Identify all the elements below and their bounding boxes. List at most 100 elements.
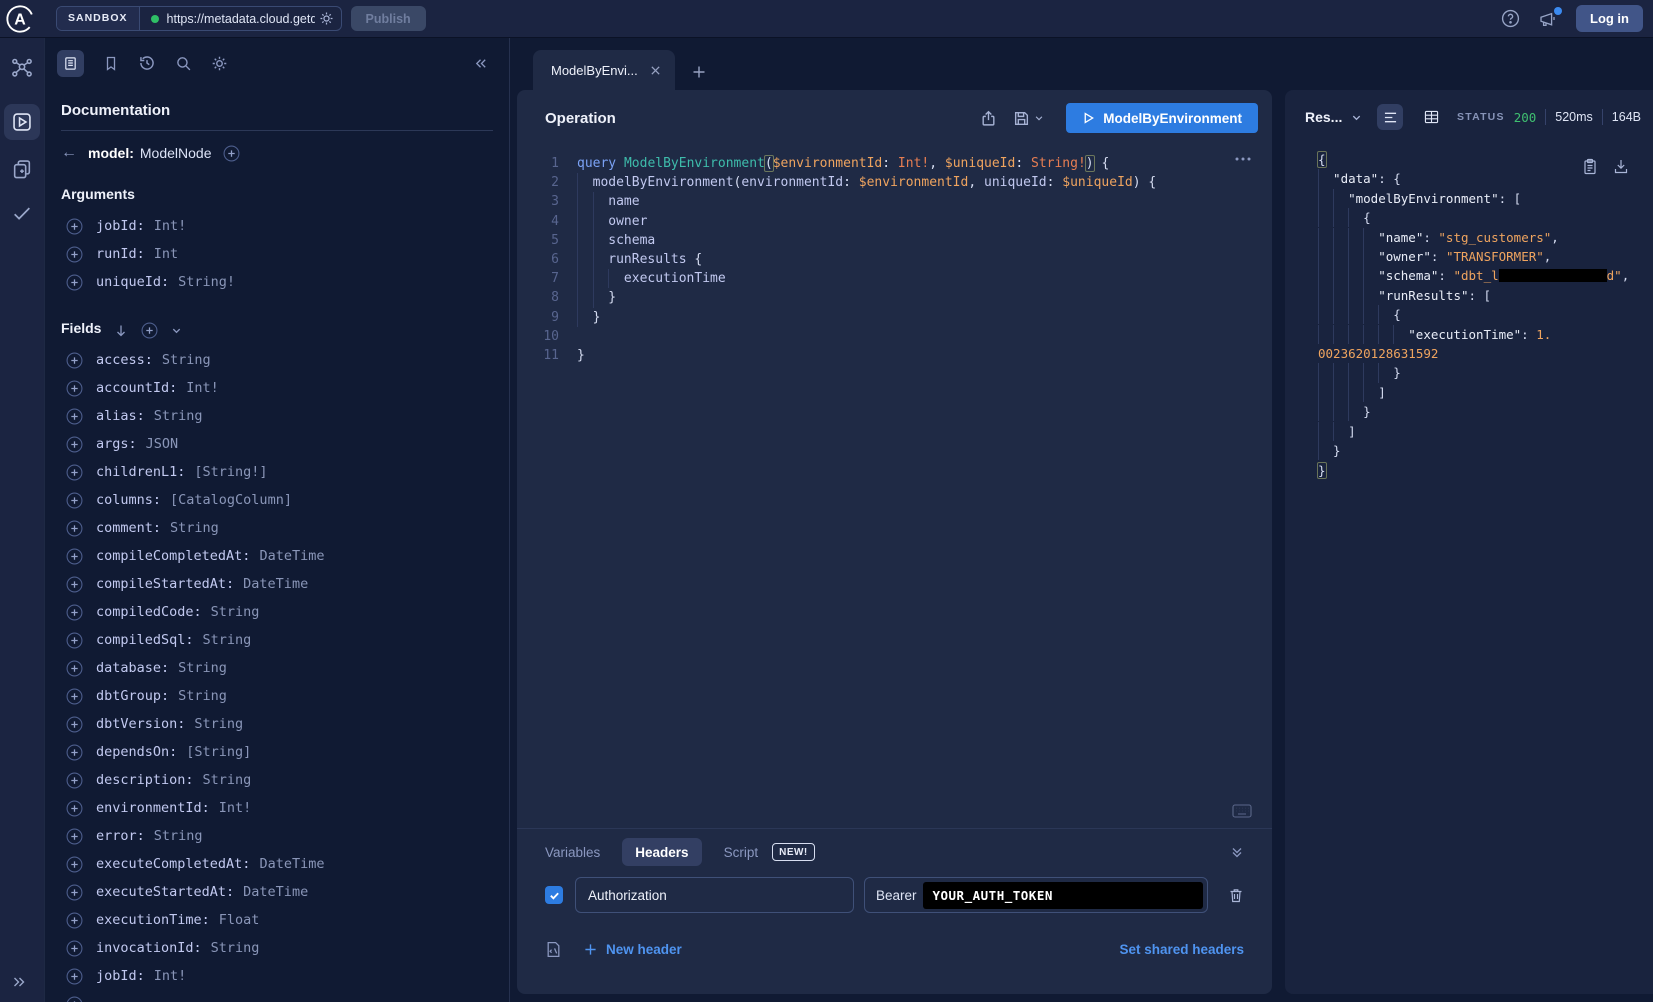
doc-field-item[interactable]: executeCompletedAt:DateTime [61,850,493,878]
tab-script[interactable]: Script [724,845,759,860]
doc-field-item[interactable]: accountId:Int! [61,374,493,402]
doc-field-item[interactable]: dbtGroup:String [61,682,493,710]
chevron-down-icon[interactable] [171,325,182,336]
doc-field-item[interactable]: dbtVersion:String [61,710,493,738]
plus-circle-icon[interactable] [66,380,83,397]
doc-field-item[interactable]: args:JSON [61,430,493,458]
plus-circle-icon[interactable] [66,968,83,985]
add-all-fields-icon[interactable] [141,322,158,339]
response-dropdown-icon[interactable] [1351,112,1362,123]
graphql-editor[interactable]: 1query ModelByEnvironment($environmentId… [517,146,1272,828]
doc-field-item[interactable]: childrenL1:[String!] [61,458,493,486]
plus-circle-icon[interactable] [66,464,83,481]
header-enabled-checkbox[interactable] [545,886,563,904]
collapse-docs-icon[interactable] [473,56,489,71]
plus-circle-icon[interactable] [66,632,83,649]
breadcrumb-type[interactable]: ModelNode [140,145,212,161]
doc-field-item[interactable]: alias:String [61,402,493,430]
doc-field-item[interactable]: comment:String [61,514,493,542]
close-tab-icon[interactable] [650,65,661,76]
copy-response-icon[interactable] [1582,158,1598,175]
tab-headers[interactable]: Headers [622,838,701,866]
header-key-input[interactable] [575,877,854,913]
doc-field-item[interactable]: compiledSql:String [61,626,493,654]
settings-icon[interactable] [211,55,228,72]
add-field-icon[interactable] [223,145,240,162]
code-line[interactable]: 7executionTime [517,269,1272,288]
doc-field-item[interactable]: environmentId:Int! [61,794,493,822]
publish-button[interactable]: Publish [351,6,426,31]
plus-circle-icon[interactable] [66,352,83,369]
plus-circle-icon[interactable] [66,940,83,957]
sort-down-icon[interactable] [114,323,128,338]
doc-argument-item[interactable]: runId:Int [61,240,493,268]
plus-circle-icon[interactable] [66,884,83,901]
keyboard-shortcuts-icon[interactable] [1232,804,1252,818]
doc-field-item[interactable]: description:String [61,766,493,794]
plus-circle-icon[interactable] [66,576,83,593]
plus-circle-icon[interactable] [66,772,83,789]
endpoint-url-input[interactable]: https://metadata.cloud.getd [167,12,315,26]
code-line[interactable]: 6runResults { [517,250,1272,269]
apollo-logo[interactable]: A [2,1,38,37]
editor-menu-icon[interactable] [1234,156,1252,162]
endpoint-settings-icon[interactable] [315,11,341,26]
raw-view-icon[interactable] [1377,104,1403,130]
doc-field-item[interactable]: dependsOn:[String] [61,738,493,766]
doc-field-item[interactable]: jobId:Int! [61,962,493,990]
plus-circle-icon[interactable] [66,520,83,537]
collapse-panel-icon[interactable] [1230,845,1244,859]
plus-circle-icon[interactable] [66,246,83,263]
doc-field-item[interactable]: access:String [61,346,493,374]
code-line[interactable]: 1query ModelByEnvironment($environmentId… [517,154,1272,173]
explorer-icon[interactable] [4,104,40,140]
bookmark-icon[interactable] [103,55,119,72]
plus-circle-icon[interactable] [66,800,83,817]
search-icon[interactable] [175,55,192,72]
plus-circle-icon[interactable] [66,548,83,565]
doc-field-item[interactable]: compileStartedAt:DateTime [61,570,493,598]
doc-field-item[interactable]: executionTime:Float [61,906,493,934]
doc-argument-item[interactable]: uniqueId:String! [61,268,493,296]
new-header-button[interactable]: New header [584,942,682,957]
history-icon[interactable] [138,54,156,72]
code-line[interactable]: 11} [517,346,1272,365]
plus-circle-icon[interactable] [66,688,83,705]
doc-field-item[interactable]: compiledCode:String [61,598,493,626]
graph-icon[interactable] [10,56,34,80]
doc-field-item[interactable]: database:String [61,654,493,682]
preview-headers-icon[interactable] [545,941,562,958]
checks-icon[interactable] [11,202,33,224]
run-operation-button[interactable]: ModelByEnvironment [1066,103,1258,133]
doc-field-item[interactable]: error:String [61,822,493,850]
header-value-input[interactable]: Bearer YOUR_AUTH_TOKEN [864,877,1208,913]
code-line[interactable]: 9} [517,308,1272,327]
doc-argument-item[interactable]: jobId:Int! [61,212,493,240]
login-button[interactable]: Log in [1576,5,1643,32]
plus-circle-icon[interactable] [66,492,83,509]
table-view-icon[interactable] [1418,104,1444,130]
plus-circle-icon[interactable] [66,856,83,873]
new-tab-icon[interactable] [691,64,707,80]
code-line[interactable]: 2modelByEnvironment(environmentId: $envi… [517,173,1272,192]
plus-circle-icon[interactable] [66,408,83,425]
save-group[interactable] [1013,110,1044,127]
download-response-icon[interactable] [1613,158,1629,175]
help-icon[interactable] [1501,9,1520,28]
set-shared-headers-link[interactable]: Set shared headers [1119,942,1244,957]
expand-rail-icon[interactable] [10,974,28,990]
announcements-icon[interactable] [1538,10,1558,28]
plus-circle-icon[interactable] [66,828,83,845]
auth-token-value[interactable]: YOUR_AUTH_TOKEN [923,882,1203,909]
operation-tab[interactable]: ModelByEnvi... [533,50,675,90]
plus-circle-icon[interactable] [66,274,83,291]
response-title[interactable]: Res... [1305,109,1342,125]
doc-field-item[interactable]: compileCompletedAt:DateTime [61,542,493,570]
plus-circle-icon[interactable] [66,604,83,621]
plus-circle-icon[interactable] [66,912,83,929]
code-line[interactable]: 3name [517,192,1272,211]
code-line[interactable]: 5schema [517,231,1272,250]
doc-field-item[interactable]: invocationId:String [61,934,493,962]
tab-variables[interactable]: Variables [545,845,600,860]
plus-circle-icon[interactable] [66,436,83,453]
